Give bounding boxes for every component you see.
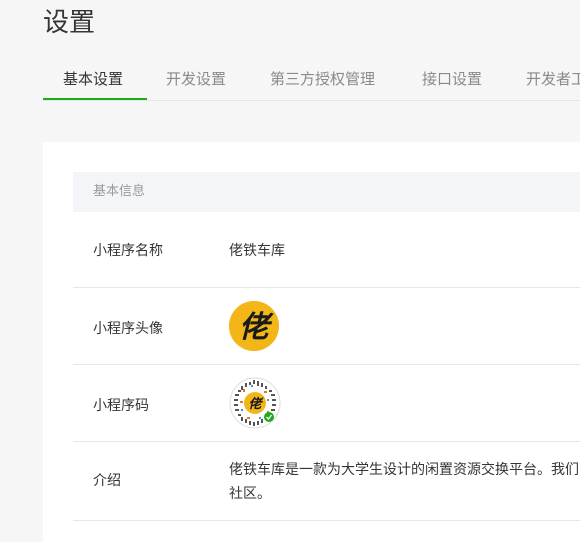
section-header: 基本信息 bbox=[73, 172, 580, 212]
tab-dev-settings[interactable]: 开发设置 bbox=[166, 60, 226, 100]
tab-developer-tools[interactable]: 开发者工 bbox=[526, 60, 580, 100]
active-tab-indicator bbox=[43, 98, 147, 100]
row-mini-program-code: 小程序码 佬 bbox=[73, 365, 580, 442]
row-mini-program-name: 小程序名称 佬铁车库 bbox=[73, 212, 580, 288]
mini-program-code[interactable]: 佬 bbox=[229, 377, 281, 429]
tab-third-party-auth[interactable]: 第三方授权管理 bbox=[270, 60, 375, 100]
row-introduction: 介绍 佬铁车库是一款为大学生设计的闲置资源交换平台。我们的 社区。 bbox=[73, 442, 580, 521]
section-title: 基本信息 bbox=[93, 184, 146, 199]
basic-info-card: 基本信息 小程序名称 佬铁车库 小程序头像 佬 小程序码 佬 介绍 佬铁车库是一… bbox=[43, 142, 580, 542]
row-label-avatar: 小程序头像 bbox=[93, 321, 163, 337]
row-label-code: 小程序码 bbox=[93, 398, 149, 414]
avatar: 佬 bbox=[229, 301, 279, 351]
intro-line-1: 佬铁车库是一款为大学生设计的闲置资源交换平台。我们的 bbox=[229, 462, 580, 478]
svg-text:佬: 佬 bbox=[239, 310, 274, 345]
mini-program-code-image: 佬 bbox=[229, 377, 281, 429]
mini-program-name-value: 佬铁车库 bbox=[229, 243, 285, 259]
row-mini-program-avatar: 小程序头像 佬 bbox=[73, 288, 580, 365]
introduction-text: 佬铁车库是一款为大学生设计的闲置资源交换平台。我们的 社区。 bbox=[229, 458, 580, 506]
tab-basic-settings[interactable]: 基本设置 bbox=[63, 60, 123, 100]
settings-tabs: 基本设置 开发设置 第三方授权管理 接口设置 开发者工 bbox=[43, 60, 580, 101]
row-label-name: 小程序名称 bbox=[93, 243, 163, 259]
page-title: 设置 bbox=[43, 8, 96, 38]
row-label-intro: 介绍 bbox=[93, 473, 121, 489]
intro-line-2: 社区。 bbox=[229, 486, 271, 502]
tab-api-settings[interactable]: 接口设置 bbox=[422, 60, 482, 100]
avatar-logo: 佬 bbox=[229, 301, 279, 351]
